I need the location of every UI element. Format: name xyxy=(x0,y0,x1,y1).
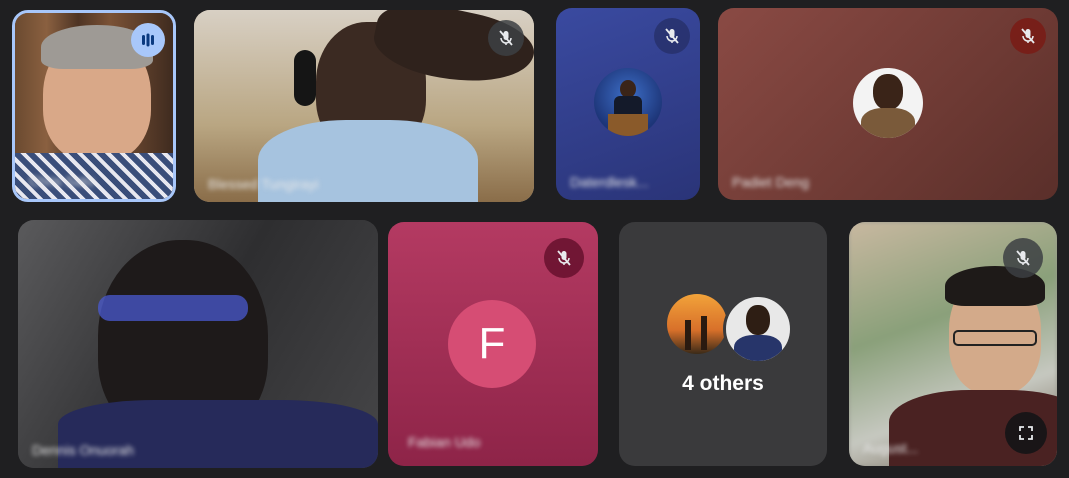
speaking-indicator xyxy=(131,23,165,57)
participant-tile-1[interactable]: Chris Sato xyxy=(12,10,176,202)
participant-name: Chris Sato xyxy=(29,173,95,189)
audio-bars-icon xyxy=(142,33,154,47)
participant-avatar xyxy=(853,68,923,138)
others-avatar-2 xyxy=(723,294,793,364)
participant-avatar: F xyxy=(448,300,536,388)
participant-tile-5[interactable]: Dennis Onuorah xyxy=(18,220,378,468)
others-tile[interactable]: 4 others xyxy=(619,222,827,466)
mic-off-icon xyxy=(1021,28,1035,44)
avatar-shirt xyxy=(861,108,915,138)
fullscreen-icon xyxy=(1019,426,1033,440)
muted-badge xyxy=(488,20,524,56)
muted-badge xyxy=(544,238,584,278)
giraffe-silhouette xyxy=(701,316,707,350)
participant-avatar xyxy=(594,68,662,136)
participant-tile-2[interactable]: Blessed Tungirayi xyxy=(194,10,534,202)
avatar-initial: F xyxy=(478,319,506,368)
others-count-label: 4 others xyxy=(682,372,764,395)
others-avatar-1 xyxy=(667,294,727,354)
participant-glasses xyxy=(98,295,248,321)
participant-name: August... xyxy=(863,440,919,456)
muted-badge xyxy=(654,18,690,54)
fullscreen-button[interactable] xyxy=(1005,412,1047,454)
participant-name: Padiet Deng xyxy=(732,174,810,190)
mic-off-icon xyxy=(499,30,513,46)
avatar-face xyxy=(873,74,903,110)
avatar-podium xyxy=(608,114,648,136)
participant-glasses xyxy=(953,330,1037,346)
mic-off-icon xyxy=(665,28,679,44)
participant-name: Fabian Udo xyxy=(408,434,481,450)
muted-badge xyxy=(1010,18,1046,54)
participant-tile-3[interactable]: Daterdlesk... xyxy=(556,8,700,200)
participant-tile-6[interactable]: F Fabian Udo xyxy=(388,222,598,466)
participant-name: Daterdlesk... xyxy=(570,174,649,190)
participant-name: Dennis Onuorah xyxy=(32,442,134,458)
participant-tile-8[interactable]: August... xyxy=(849,222,1057,466)
giraffe-silhouette xyxy=(685,320,691,350)
avatar-face xyxy=(746,305,770,335)
muted-badge xyxy=(1003,238,1043,278)
participant-headphones xyxy=(294,50,316,106)
avatar-suit xyxy=(734,335,782,361)
participant-tile-4[interactable]: Padiet Deng xyxy=(718,8,1058,200)
mic-off-icon xyxy=(557,250,571,266)
mic-off-icon xyxy=(1016,250,1030,266)
participant-name: Blessed Tungirayi xyxy=(208,176,319,192)
